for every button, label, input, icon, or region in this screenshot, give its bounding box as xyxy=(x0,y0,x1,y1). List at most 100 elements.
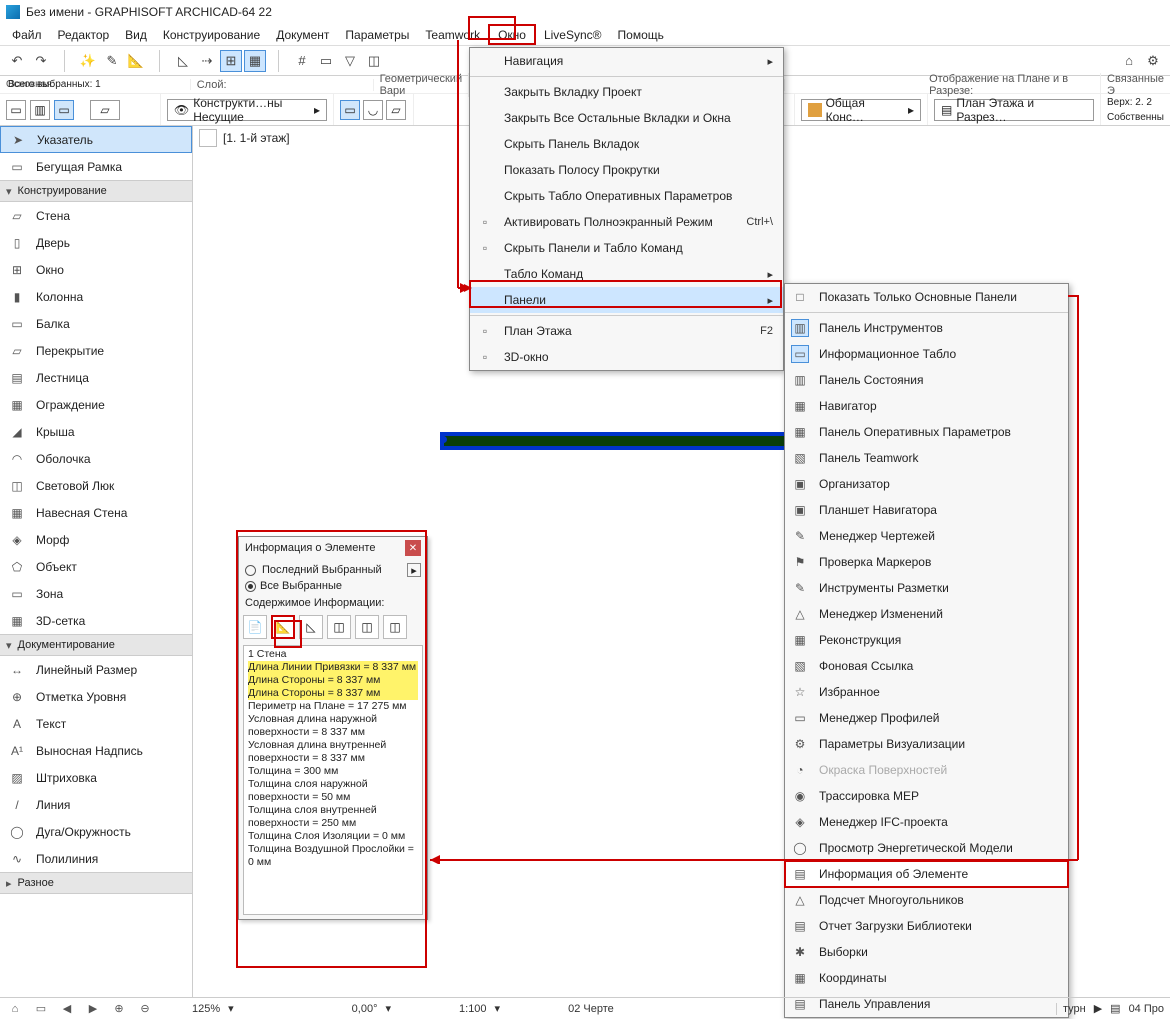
cube-icon[interactable]: ◫ xyxy=(363,50,385,72)
home-icon[interactable]: ⌂ xyxy=(1118,50,1140,72)
submenu-показать-только-основные-панели[interactable]: □Показать Только Основные Панели xyxy=(785,284,1068,310)
chevron-down-icon[interactable]: ▾ xyxy=(495,1002,501,1015)
menu-options[interactable]: Параметры xyxy=(337,24,417,45)
section-construction[interactable]: ▾Конструирование xyxy=(0,180,192,202)
menu-livesync[interactable]: LiveSync® xyxy=(536,24,610,45)
status-fit-icon[interactable]: ▭ xyxy=(32,1000,50,1018)
menuitem-скрыть-панели-и-табло-команд[interactable]: ▫Скрыть Панели и Табло Команд xyxy=(470,235,783,261)
ruler-icon[interactable]: 📐 xyxy=(125,50,147,72)
zoom-value[interactable]: 125% xyxy=(192,1003,220,1015)
submenu-информация-об-элементе[interactable]: ▤Информация об Элементе xyxy=(785,861,1068,887)
menuitem-закрыть-вкладку-проект[interactable]: Закрыть Вкладку Проект xyxy=(470,79,783,105)
template-value[interactable]: 02 Черте xyxy=(568,1003,614,1015)
menuitem-закрыть-все-остальные-вкладки-и-окна[interactable]: Закрыть Все Остальные Вкладки и Окна xyxy=(470,105,783,131)
submenu-проверка-маркеров[interactable]: ⚑Проверка Маркеров xyxy=(785,549,1068,575)
menu-teamwork[interactable]: Teamwork xyxy=(417,24,488,45)
snap-h-icon[interactable]: ⇢ xyxy=(196,50,218,72)
tool-object[interactable]: ⬠Объект xyxy=(0,553,192,580)
submenu-просмотр-энергетической-модели[interactable]: ◯Просмотр Энергетической Модели xyxy=(785,835,1068,861)
status-home-icon[interactable]: ⌂ xyxy=(6,1000,24,1018)
menu-document[interactable]: Документ xyxy=(268,24,337,45)
floorplan-tab-icon[interactable] xyxy=(199,129,217,147)
submenu-координаты[interactable]: ▦Координаты xyxy=(785,965,1068,991)
submenu-выборки[interactable]: ✱Выборки xyxy=(785,939,1068,965)
geom-curved-icon[interactable]: ◡ xyxy=(363,100,383,120)
grid-icon[interactable]: # xyxy=(291,50,313,72)
submenu-панель-инструментов[interactable]: ▥Панель Инструментов xyxy=(785,315,1068,341)
tool-railing[interactable]: ▦Ограждение xyxy=(0,391,192,418)
submenu-реконструкция[interactable]: ▦Реконструкция xyxy=(785,627,1068,653)
snap-point-icon[interactable]: ⊞ xyxy=(220,50,242,72)
submenu-избранное[interactable]: ☆Избранное xyxy=(785,679,1068,705)
menuitem-3d-окно[interactable]: ▫3D-окно xyxy=(470,344,783,370)
tool-morph[interactable]: ◈Морф xyxy=(0,526,192,553)
settings-icon[interactable]: ⚙ xyxy=(1142,50,1164,72)
panel-tab-1[interactable]: 📄 xyxy=(243,615,267,639)
menuitem-скрыть-панель-вкладок[interactable]: Скрыть Панель Вкладок xyxy=(470,131,783,157)
menu-editor[interactable]: Редактор xyxy=(50,24,118,45)
status-arrow-icon[interactable]: ▶ xyxy=(1094,1002,1102,1015)
submenu-инструменты-разметки[interactable]: ✎Инструменты Разметки xyxy=(785,575,1068,601)
submenu-организатор[interactable]: ▣Организатор xyxy=(785,471,1068,497)
panel-tab-5[interactable]: ◫ xyxy=(355,615,379,639)
submenu-панель-teamwork[interactable]: ▧Панель Teamwork xyxy=(785,445,1068,471)
menu-window[interactable]: Окно xyxy=(488,24,536,45)
submenu-менеджер-чертежей[interactable]: ✎Менеджер Чертежей xyxy=(785,523,1068,549)
panel-tab-3[interactable]: ◺ xyxy=(299,615,323,639)
chevron-down-icon[interactable]: ▾ xyxy=(385,1002,391,1015)
tool-slab[interactable]: ▱Перекрытие xyxy=(0,337,192,364)
radio-all-selected[interactable] xyxy=(245,581,256,592)
status-zoom-out-icon[interactable]: ⊖ xyxy=(136,1000,154,1018)
panel-tab-2[interactable]: 📐 xyxy=(271,615,295,639)
tool-pointer[interactable]: ➤Указатель xyxy=(0,126,192,153)
selection-mode-icon[interactable]: ▭ xyxy=(54,100,74,120)
template2-value[interactable]: 04 Про xyxy=(1129,1003,1164,1015)
submenu-менеджер-изменений[interactable]: △Менеджер Изменений xyxy=(785,601,1068,627)
panel-next-button[interactable]: ▸ xyxy=(407,563,421,577)
tool-shell[interactable]: ◠Оболочка xyxy=(0,445,192,472)
struct-selector[interactable]: Общая Конс… ▸ xyxy=(801,99,921,121)
tool-beam[interactable]: ▭Балка xyxy=(0,310,192,337)
filter-icon[interactable]: ▽ xyxy=(339,50,361,72)
menuitem-план-этажа[interactable]: ▫План ЭтажаF2 xyxy=(470,318,783,344)
tool-mesh[interactable]: ▦3D-сетка xyxy=(0,607,192,634)
submenu-окраска-поверхностей[interactable]: ◔Окраска Поверхностей xyxy=(785,757,1068,783)
menuitem-скрыть-табло-оперативных-параметров[interactable]: Скрыть Табло Оперативных Параметров xyxy=(470,183,783,209)
status-next-icon[interactable]: ▶ xyxy=(84,1000,102,1018)
tool-level[interactable]: ⊕Отметка Уровня xyxy=(0,683,192,710)
tool-text[interactable]: AТекст xyxy=(0,710,192,737)
tool-label[interactable]: A¹Выносная Надпись xyxy=(0,737,192,764)
wall-geom-button[interactable]: ▱ xyxy=(90,100,120,120)
undo-button[interactable]: ↶ xyxy=(6,50,28,72)
tool-fill[interactable]: ▨Штриховка xyxy=(0,764,192,791)
tool-door[interactable]: ▯Дверь xyxy=(0,229,192,256)
tool-curtain[interactable]: ▦Навесная Стена xyxy=(0,499,192,526)
submenu-менеджер-профилей[interactable]: ▭Менеджер Профилей xyxy=(785,705,1068,731)
tool-wall[interactable]: ▱Стена xyxy=(0,202,192,229)
submenu-панель-состояния[interactable]: ▥Панель Состояния xyxy=(785,367,1068,393)
tool-column[interactable]: ▮Колонна xyxy=(0,283,192,310)
tool-poly[interactable]: ∿Полилиния xyxy=(0,845,192,872)
tool-roof[interactable]: ◢Крыша xyxy=(0,418,192,445)
tool-line[interactable]: /Линия xyxy=(0,791,192,818)
menu-view[interactable]: Вид xyxy=(117,24,155,45)
marquee-select-icon[interactable]: ▥ xyxy=(30,100,50,120)
panel-tab-4[interactable]: ◫ xyxy=(327,615,351,639)
status-prev-icon[interactable]: ◀ xyxy=(58,1000,76,1018)
submenu-отчет-загрузки-библиотеки[interactable]: ▤Отчет Загрузки Библиотеки xyxy=(785,913,1068,939)
tool-skylight[interactable]: ◫Световой Люк xyxy=(0,472,192,499)
tool-zone[interactable]: ▭Зона xyxy=(0,580,192,607)
submenu-панель-оперативных-параметров[interactable]: ▦Панель Оперативных Параметров xyxy=(785,419,1068,445)
menuitem-табло-команд[interactable]: Табло Команд▸ xyxy=(470,261,783,287)
menuitem-навигация[interactable]: Навигация▸ xyxy=(470,48,783,74)
menuitem-показать-полосу-прокрутки[interactable]: Показать Полосу Прокрутки xyxy=(470,157,783,183)
section-misc[interactable]: ▸Разное xyxy=(0,872,192,894)
menu-help[interactable]: Помощь xyxy=(610,24,672,45)
geom-straight-icon[interactable]: ▭ xyxy=(340,100,360,120)
menuitem-панели[interactable]: Панели▸ xyxy=(470,287,783,313)
snap-grid-icon[interactable]: ▦ xyxy=(244,50,266,72)
tool-marquee[interactable]: ▭Бегущая Рамка xyxy=(0,153,192,180)
submenu-фоновая-ссылка[interactable]: ▧Фоновая Ссылка xyxy=(785,653,1068,679)
submenu-информационное-табло[interactable]: ▭Информационное Табло xyxy=(785,341,1068,367)
submenu-трассировка-mep[interactable]: ◉Трассировка MEP xyxy=(785,783,1068,809)
